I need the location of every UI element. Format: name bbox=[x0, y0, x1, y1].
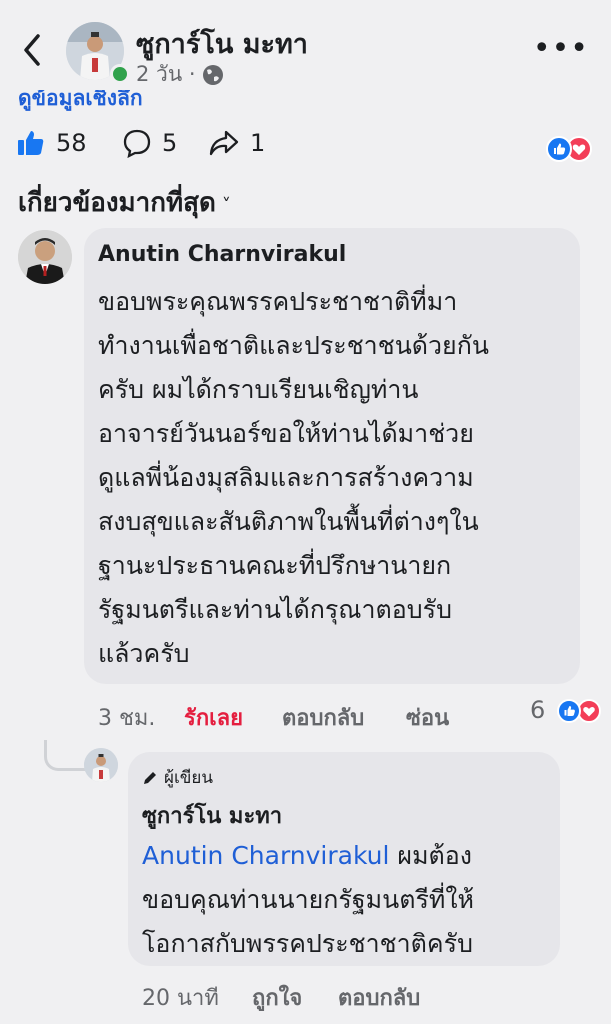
back-button[interactable] bbox=[14, 30, 50, 70]
reaction-summary-icons[interactable] bbox=[545, 136, 593, 162]
comment-time: 3 ชม. bbox=[98, 706, 156, 731]
post-time: 2 วัน · bbox=[136, 58, 224, 91]
more-icon: ••• bbox=[532, 31, 589, 66]
comment-text-line: แล้วครับ bbox=[98, 639, 190, 668]
pencil-icon bbox=[144, 771, 156, 784]
hide-button[interactable]: ซ่อน bbox=[406, 700, 449, 735]
globe-icon bbox=[202, 64, 223, 85]
reply-bubble: ผู้เขียน ซูการ์โน มะทา Anutin Charnvirak… bbox=[128, 752, 560, 966]
love-button[interactable]: รักเลย bbox=[184, 700, 243, 735]
commenter-avatar[interactable] bbox=[18, 230, 72, 284]
reply-time: 20 นาที bbox=[142, 986, 219, 1011]
chevron-left-icon bbox=[24, 34, 40, 66]
see-insights-text: ดูข้อมูลเชิงลึก bbox=[18, 90, 143, 110]
comment-text-line: อาจารย์วันนอร์ขอให้ท่านได้มาช่วย bbox=[98, 419, 474, 448]
post-stats-bar: 58 5 1 bbox=[0, 128, 611, 172]
share-count: 1 bbox=[250, 129, 266, 157]
like-count: 58 bbox=[56, 129, 87, 157]
comment-text-line: ทำงานเพื่อชาติและประชาชนด้วยกัน bbox=[98, 331, 489, 360]
reply-author[interactable]: ซูการ์โน มะทา bbox=[142, 798, 282, 833]
comment-sort-dropdown[interactable]: เกี่ยวข้องมากที่สุด ˅ bbox=[18, 182, 231, 223]
comment-text-line: ครับ ผมได้กราบเรียนเชิญท่าน bbox=[98, 375, 419, 404]
share-icon bbox=[209, 130, 239, 156]
reply-like-button[interactable]: ถูกใจ bbox=[252, 980, 302, 1015]
comment-text-line: ดูแลพี่น้องมุสลิมและการสร้างความ bbox=[98, 463, 474, 492]
comment-text-line: สงบสุขและสันติภาพในพื้นที่ต่างๆใน bbox=[98, 507, 479, 536]
comment-button[interactable]: 5 bbox=[122, 128, 177, 158]
post-time-text: 2 วัน · bbox=[136, 62, 196, 86]
comment-text-line: รัฐมนตรีและท่านได้กรุณาตอบรับ bbox=[98, 595, 452, 624]
reply-reply-button[interactable]: ตอบกลับ bbox=[338, 980, 420, 1015]
post-header: ซูการ์โน มะทา 2 วัน · ••• bbox=[0, 0, 611, 100]
more-options-button[interactable]: ••• bbox=[533, 34, 589, 64]
thumbs-up-icon bbox=[18, 131, 44, 155]
see-insights-link[interactable]: ดูข้อมูลเชิงลึก bbox=[18, 90, 143, 112]
reply-text-line: Anutin Charnvirakul ผมต้อง bbox=[142, 836, 472, 876]
author-badge-text: ผู้เขียน bbox=[164, 768, 213, 788]
comment-author[interactable]: Anutin Charnvirakul bbox=[98, 242, 346, 267]
online-status-dot bbox=[110, 64, 130, 84]
author-badge: ผู้เขียน bbox=[142, 764, 213, 791]
reply-text-line: โอกาสกับพรรคประชาชาติครับ bbox=[142, 929, 473, 958]
chevron-down-icon: ˅ bbox=[221, 195, 231, 216]
reply-text-line: ขอบคุณท่านนายกรัฐมนตรีที่ให้ bbox=[142, 885, 475, 914]
like-button[interactable]: 58 bbox=[16, 128, 87, 158]
comment-count: 5 bbox=[162, 129, 178, 157]
reply-text-rest: ผมต้อง bbox=[389, 841, 473, 870]
comment-sort-label: เกี่ยวข้องมากที่สุด bbox=[18, 188, 216, 218]
reply-button[interactable]: ตอบกลับ bbox=[282, 700, 364, 735]
comment-reaction-icons[interactable] bbox=[556, 698, 602, 724]
comment-icon bbox=[123, 129, 151, 158]
share-button[interactable]: 1 bbox=[208, 128, 265, 158]
comment-text-line: ขอบพระคุณพรรคประชาชาติที่มา bbox=[98, 287, 458, 316]
mention-link[interactable]: Anutin Charnvirakul bbox=[142, 841, 389, 870]
comment-bubble: Anutin Charnvirakul ขอบพระคุณพรรคประชาชา… bbox=[84, 228, 580, 684]
replier-avatar[interactable] bbox=[84, 748, 118, 782]
comment-reaction-count[interactable]: 6 bbox=[530, 696, 545, 724]
comment-text-line: ฐานะประธานคณะที่ปรึกษานายก bbox=[98, 551, 452, 580]
